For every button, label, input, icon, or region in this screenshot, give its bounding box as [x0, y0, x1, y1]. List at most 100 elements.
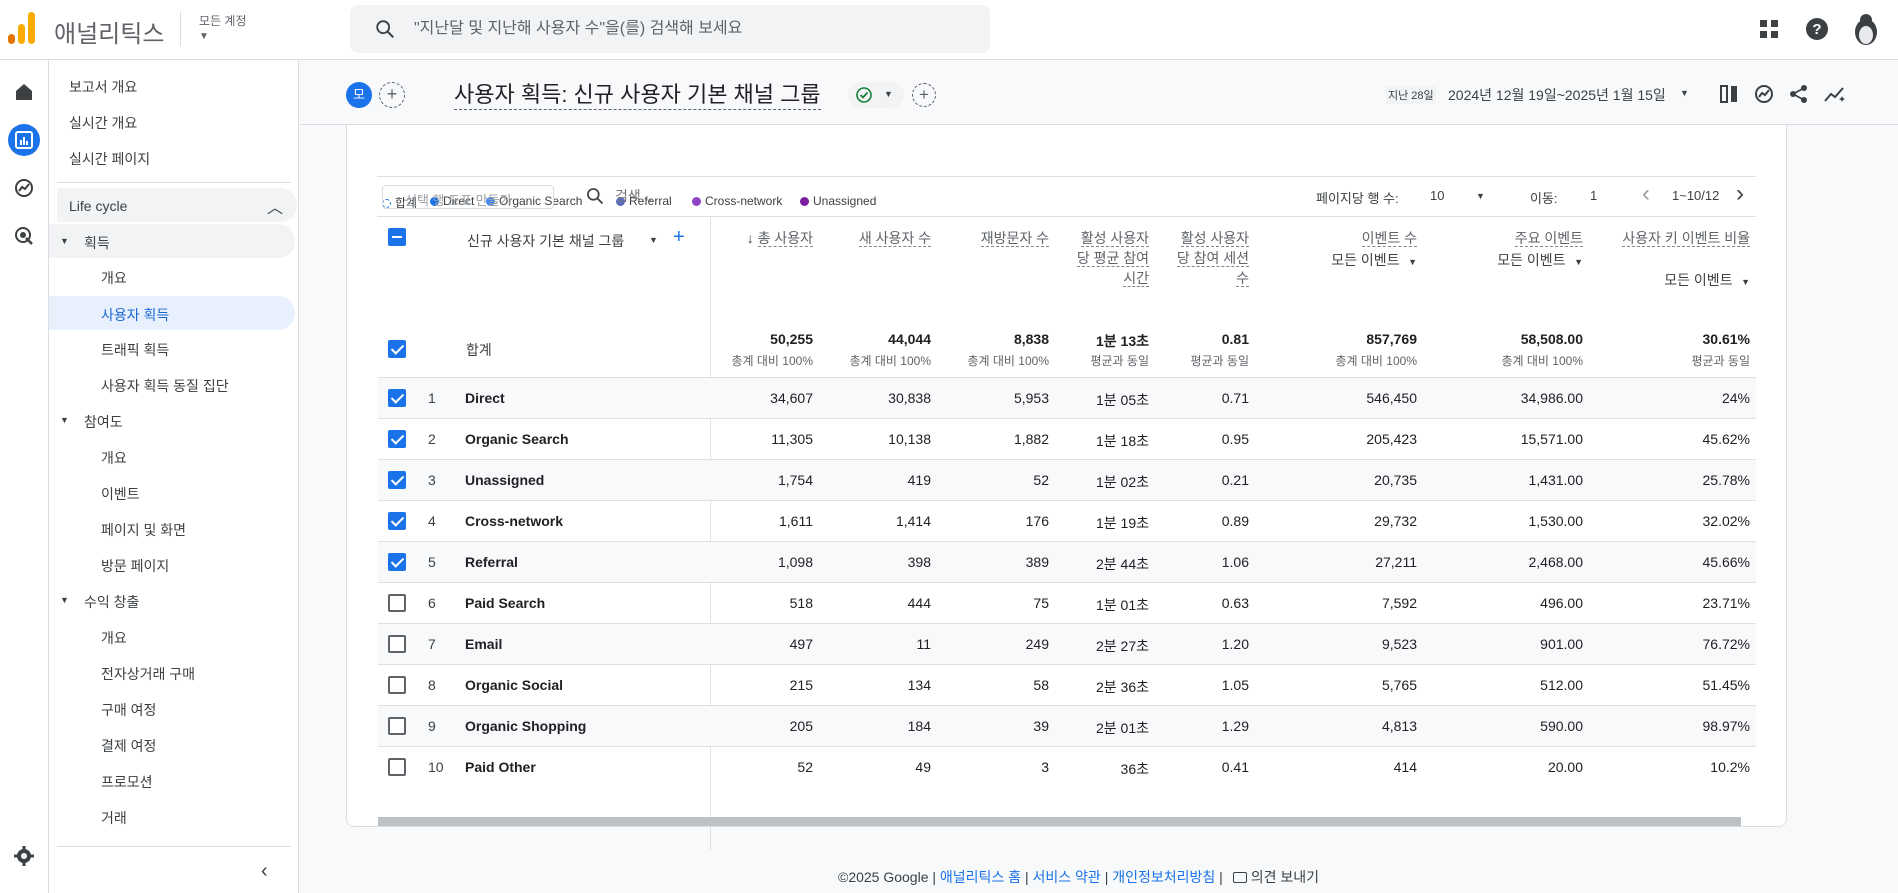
- horizontal-scrollbar[interactable]: [378, 817, 1741, 826]
- nav-item-traffic-acquisition[interactable]: 트래픽 획득: [101, 340, 169, 360]
- sort-arrow-icon[interactable]: ↓: [747, 230, 758, 246]
- collapse-triangle-icon[interactable]: ▼: [60, 236, 69, 246]
- reports-icon[interactable]: [8, 124, 40, 156]
- table-search-input[interactable]: [615, 186, 815, 206]
- dimension-caret-down-icon[interactable]: ▼: [649, 235, 658, 245]
- channel-name[interactable]: Referral: [465, 554, 518, 570]
- prev-page-chevron-icon[interactable]: ‹: [1642, 180, 1650, 208]
- row-checkbox[interactable]: [388, 758, 406, 776]
- col-avg-engagement-time-header[interactable]: 활성 사용자당 평균 참여 시간: [1069, 228, 1149, 288]
- nav-group-engagement[interactable]: 참여도: [84, 412, 123, 432]
- next-page-chevron-icon[interactable]: ›: [1736, 180, 1744, 208]
- settings-gear-icon[interactable]: [8, 840, 40, 872]
- plot-rows-button[interactable]: 선택 행 도표 만들기: [382, 185, 554, 209]
- table-row[interactable]: 10 Paid Other 52 49 3 36초 0.41 414 20.00 10.2%: [378, 746, 1756, 787]
- event-filter-select[interactable]: 모든 이벤트 ▼: [1267, 250, 1417, 270]
- insights-icon[interactable]: [1753, 83, 1775, 105]
- channel-name[interactable]: Direct: [465, 390, 505, 406]
- channel-name[interactable]: Unassigned: [465, 472, 544, 488]
- row-checkbox[interactable]: [388, 717, 406, 735]
- channel-name[interactable]: Paid Search: [465, 595, 545, 611]
- nav-item-mon-overview[interactable]: 개요: [101, 628, 127, 648]
- channel-name[interactable]: Organic Search: [465, 431, 569, 447]
- date-range[interactable]: 2024년 12월 19일~2025년 1월 15일: [1448, 85, 1666, 105]
- row-checkbox[interactable]: [388, 676, 406, 694]
- section-lifecycle[interactable]: Life cycle ︿: [57, 188, 297, 222]
- table-row[interactable]: 2 Organic Search 11,305 10,138 1,882 1분 18초 0.…: [378, 418, 1756, 459]
- avatar[interactable]: [1851, 12, 1881, 46]
- row-checkbox[interactable]: [388, 553, 406, 571]
- nav-item-purchase-journey[interactable]: 구매 여정: [101, 700, 156, 720]
- col-new-users-header[interactable]: 새 사용자 수: [831, 228, 931, 248]
- table-row[interactable]: 6 Paid Search 518 444 75 1분 01초 0.63 7,592 496.0…: [378, 582, 1756, 623]
- nav-item-transactions[interactable]: 거래: [101, 808, 127, 828]
- row-checkbox[interactable]: [388, 471, 406, 489]
- title-status-chip[interactable]: ▼: [848, 82, 904, 108]
- feedback-icon[interactable]: [1232, 872, 1247, 883]
- nav-item-ecommerce[interactable]: 전자상거래 구매: [101, 664, 195, 684]
- table-row[interactable]: 5 Referral 1,098 398 389 2분 44초 1.06 27,211 2,46…: [378, 541, 1756, 582]
- trend-sparkle-icon[interactable]: [1823, 83, 1847, 105]
- add-dimension-icon[interactable]: +: [673, 226, 685, 249]
- nav-item-realtime-pages[interactable]: 실시간 페이지: [69, 149, 150, 169]
- nav-item-pages-screens[interactable]: 페이지 및 화면: [101, 520, 186, 540]
- search-input[interactable]: [414, 20, 974, 38]
- row-checkbox[interactable]: [388, 594, 406, 612]
- nav-item-realtime-overview[interactable]: 실시간 개요: [69, 113, 137, 133]
- row-checkbox[interactable]: [388, 635, 406, 653]
- col-user-key-event-rate-header[interactable]: 사용자 키 이벤트 비율: [1600, 228, 1750, 248]
- table-row[interactable]: 7 Email 497 11 249 2분 27초 1.20 9,523 901.00 76.72…: [378, 623, 1756, 664]
- goto-input[interactable]: 1: [1590, 188, 1597, 203]
- search-bar[interactable]: [350, 5, 990, 53]
- nav-item-user-acquisition[interactable]: 사용자 획득: [49, 296, 295, 330]
- footer-link-privacy[interactable]: 개인정보처리방침: [1112, 869, 1215, 885]
- channel-name[interactable]: Email: [465, 636, 502, 652]
- customize-report-icon[interactable]: [1718, 83, 1740, 105]
- col-returning-users-header[interactable]: 재방문자 수: [949, 228, 1049, 248]
- col-total-users-header[interactable]: ↓ 총 사용자: [713, 228, 813, 248]
- checkbox-checked[interactable]: [388, 340, 406, 358]
- footer-link-analytics-home[interactable]: 애널리틱스 홈: [940, 869, 1021, 885]
- explore-icon[interactable]: [8, 172, 40, 204]
- select-all-checkbox[interactable]: [388, 228, 406, 246]
- collapse-nav-chevron-icon[interactable]: ‹: [261, 860, 268, 883]
- share-icon[interactable]: [1788, 83, 1810, 105]
- dimension-header[interactable]: 신규 사용자 기본 채널 그룹: [467, 231, 624, 251]
- apps-grid-icon[interactable]: [1756, 16, 1782, 42]
- collapse-triangle-icon[interactable]: ▼: [60, 415, 69, 425]
- channel-name[interactable]: Paid Other: [465, 759, 536, 775]
- nav-item-acq-overview[interactable]: 개요: [101, 268, 127, 288]
- analytics-logo[interactable]: [8, 12, 36, 44]
- col-key-events-header[interactable]: 주요 이벤트: [1433, 228, 1583, 248]
- account-selector[interactable]: 모든 계정 ▼: [199, 12, 247, 42]
- col-engaged-sessions-header[interactable]: 활성 사용자당 참여 세션수: [1169, 228, 1249, 288]
- nav-item-acquisition-cohort[interactable]: 사용자 획득 동질 집단: [101, 376, 229, 396]
- event-filter-select[interactable]: 모든 이벤트 ▼: [1433, 250, 1583, 270]
- row-checkbox[interactable]: [388, 389, 406, 407]
- totals-checkbox[interactable]: [388, 340, 406, 358]
- table-row[interactable]: 4 Cross-network 1,611 1,414 176 1분 19초 0.89 29,…: [378, 500, 1756, 541]
- nav-item-events[interactable]: 이벤트: [101, 484, 140, 504]
- nav-item-promotions[interactable]: 프로모션: [101, 772, 153, 792]
- comparison-avatar[interactable]: 모: [346, 82, 372, 108]
- event-filter-select[interactable]: 모든 이벤트 ▼: [1600, 270, 1750, 290]
- home-icon[interactable]: [8, 76, 40, 108]
- collapse-triangle-icon[interactable]: ▼: [60, 595, 69, 605]
- footer-feedback[interactable]: 의견 보내기: [1251, 869, 1319, 885]
- channel-name[interactable]: Cross-network: [465, 513, 563, 529]
- nav-item-landing-page[interactable]: 방문 페이지: [101, 556, 169, 576]
- row-checkbox[interactable]: [388, 430, 406, 448]
- table-row[interactable]: 1 Direct 34,607 30,838 5,953 1분 05초 0.71 546,45…: [378, 377, 1756, 418]
- row-checkbox[interactable]: [388, 512, 406, 530]
- nav-item-reports-overview[interactable]: 보고서 개요: [69, 77, 137, 97]
- advertising-icon[interactable]: [8, 220, 40, 252]
- rows-caret-down-icon[interactable]: ▼: [1476, 191, 1485, 201]
- table-row[interactable]: 8 Organic Social 215 134 58 2분 36초 1.05 5,765 51…: [378, 664, 1756, 705]
- nav-item-eng-overview[interactable]: 개요: [101, 448, 127, 468]
- add-title-icon[interactable]: +: [912, 83, 936, 107]
- rows-per-page-select[interactable]: 10: [1430, 188, 1444, 203]
- date-caret-down-icon[interactable]: ▼: [1680, 88, 1689, 98]
- nav-group-monetization[interactable]: 수익 창출: [84, 592, 139, 612]
- nav-item-checkout-journey[interactable]: 결제 여정: [101, 736, 156, 756]
- table-row[interactable]: 3 Unassigned 1,754 419 52 1분 02초 0.21 20,735 1,4…: [378, 459, 1756, 500]
